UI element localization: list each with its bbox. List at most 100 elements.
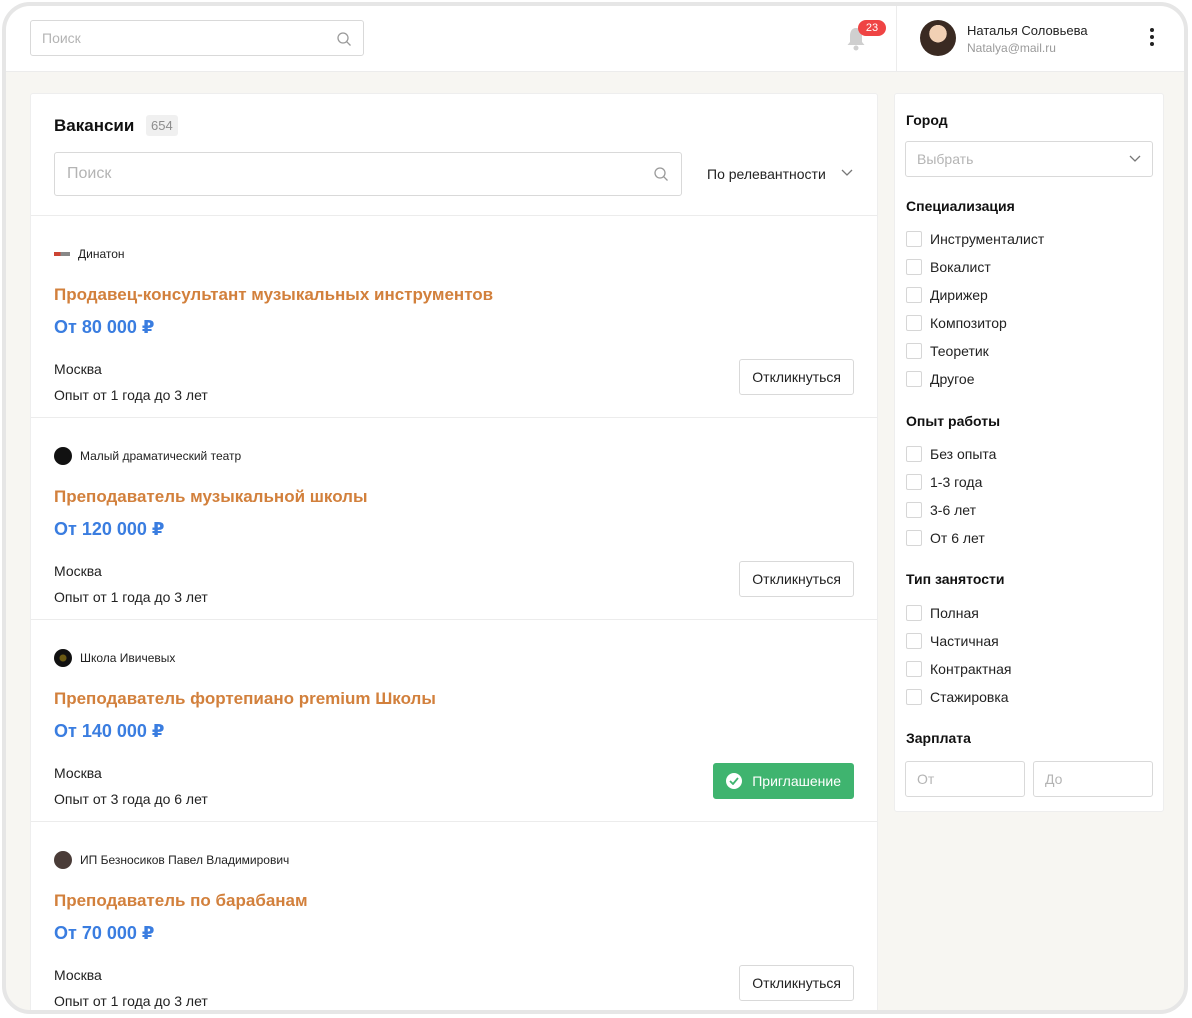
specialization-filter-label: Специализация	[906, 198, 1015, 214]
checkbox-experience[interactable]: Без опыта	[906, 446, 996, 462]
company-logo	[54, 252, 70, 256]
checkbox-specialization[interactable]: Композитор	[906, 315, 1007, 331]
company-logo	[54, 649, 72, 667]
checkbox-box[interactable]	[906, 661, 922, 677]
vacancy-title[interactable]: Преподаватель музыкальной школы	[54, 487, 368, 507]
checkbox-specialization[interactable]: Другое	[906, 371, 974, 387]
checkbox-label: Инструменталист	[930, 231, 1045, 247]
checkbox-label: Полная	[930, 605, 979, 621]
notification-badge: 23	[858, 20, 886, 36]
vacancy-title[interactable]: Преподаватель по барабанам	[54, 891, 308, 911]
company[interactable]: Динатон	[54, 246, 125, 262]
vacancy-experience: Опыт от 3 года до 6 лет	[54, 791, 208, 807]
header-search-input[interactable]	[31, 21, 363, 55]
search-icon[interactable]	[653, 166, 669, 182]
checkbox-employment[interactable]: Частичная	[906, 633, 999, 649]
checkbox-box[interactable]	[906, 605, 922, 621]
checkbox-label: Контрактная	[930, 661, 1012, 677]
city-select[interactable]: Выбрать	[905, 141, 1153, 177]
header-search[interactable]	[30, 20, 364, 56]
vacancy-salary: От 140 000 ₽	[54, 721, 165, 741]
checkbox-label: Дирижер	[930, 287, 988, 303]
search-icon[interactable]	[336, 31, 352, 47]
checkbox-specialization[interactable]: Вокалист	[906, 259, 991, 275]
vacancies-panel: Вакансии 654 По релевантности Динатон Пр…	[30, 93, 878, 1010]
checkbox-label: Стажировка	[930, 689, 1009, 705]
vacancy-city: Москва	[54, 967, 102, 983]
chevron-down-icon	[1129, 155, 1141, 162]
vacancies-search[interactable]	[54, 152, 682, 196]
company-name: ИП Безносиков Павел Владимирович	[80, 853, 290, 867]
checkbox-box[interactable]	[906, 287, 922, 303]
checkbox-experience[interactable]: 3-6 лет	[906, 502, 976, 518]
checkbox-box[interactable]	[906, 689, 922, 705]
company[interactable]: Школа Ивичевых	[54, 649, 176, 667]
vacancy-title[interactable]: Преподаватель фортепиано premium Школы	[54, 689, 436, 709]
invitation-label: Приглашение	[752, 773, 841, 789]
company-logo	[54, 447, 72, 465]
user-name: Наталья Соловьева	[967, 23, 1088, 38]
vacancies-count: 654	[146, 115, 178, 136]
checkbox-experience[interactable]: От 6 лет	[906, 530, 985, 546]
salary-from-input[interactable]	[906, 762, 1024, 796]
vacancy-city: Москва	[54, 563, 102, 579]
employment-filter-label: Тип занятости	[906, 571, 1005, 587]
checkbox-specialization[interactable]: Дирижер	[906, 287, 988, 303]
company-name: Динатон	[78, 247, 125, 261]
checkbox-label: Композитор	[930, 315, 1007, 331]
vacancies-search-input[interactable]	[55, 153, 681, 195]
app-frame: 23 Наталья Соловьева Natalya@mail.ru Вак…	[2, 2, 1188, 1014]
checkbox-label: Другое	[930, 371, 975, 387]
header-divider	[896, 6, 897, 72]
vacancy-experience: Опыт от 1 года до 3 лет	[54, 993, 208, 1009]
checkbox-experience[interactable]: 1-3 года	[906, 474, 982, 490]
avatar[interactable]	[920, 20, 956, 56]
checkbox-specialization[interactable]: Инструменталист	[906, 231, 1044, 247]
vacancy-card: Динатон Продавец-консультант музыкальных…	[31, 216, 877, 418]
vacancy-card: Малый драматический театр Преподаватель …	[31, 418, 877, 620]
filters-panel: Город Выбрать Специализация Инструментал…	[894, 93, 1164, 812]
vacancy-city: Москва	[54, 361, 102, 377]
invitation-button[interactable]: Приглашение	[713, 763, 854, 799]
checkbox-box[interactable]	[906, 502, 922, 518]
checkbox-employment[interactable]: Полная	[906, 605, 979, 621]
more-menu-icon[interactable]	[1144, 28, 1160, 48]
sort-dropdown[interactable]: По релевантности	[707, 166, 853, 182]
checkbox-label: От 6 лет	[930, 530, 985, 546]
salary-from[interactable]	[905, 761, 1025, 797]
salary-to[interactable]	[1033, 761, 1153, 797]
company[interactable]: Малый драматический театр	[54, 447, 242, 465]
experience-filter-label: Опыт работы	[906, 413, 1001, 429]
sort-label: По релевантности	[707, 166, 826, 182]
vacancy-title[interactable]: Продавец-консультант музыкальных инструм…	[54, 285, 493, 305]
page-title: Вакансии	[54, 116, 135, 135]
checkbox-box[interactable]	[906, 446, 922, 462]
checkbox-box[interactable]	[906, 371, 922, 387]
checkbox-employment[interactable]: Стажировка	[906, 689, 1009, 705]
checkbox-box[interactable]	[906, 315, 922, 331]
checkbox-label: 1-3 года	[930, 474, 983, 490]
checkbox-box[interactable]	[906, 633, 922, 649]
company-logo	[54, 851, 72, 869]
checkbox-employment[interactable]: Контрактная	[906, 661, 1011, 677]
vacancy-city: Москва	[54, 765, 102, 781]
vacancy-salary: От 80 000 ₽	[54, 317, 155, 337]
salary-to-input[interactable]	[1034, 762, 1152, 796]
checkbox-box[interactable]	[906, 343, 922, 359]
respond-button[interactable]: Откликнуться	[739, 965, 854, 1001]
checkbox-box[interactable]	[906, 530, 922, 546]
salary-filter-label: Зарплата	[906, 730, 971, 746]
vacancy-experience: Опыт от 1 года до 3 лет	[54, 589, 208, 605]
checkbox-box[interactable]	[906, 231, 922, 247]
respond-button[interactable]: Откликнуться	[739, 359, 854, 395]
user-email: Natalya@mail.ru	[967, 41, 1056, 55]
company-name: Малый драматический театр	[80, 449, 242, 463]
company-name: Школа Ивичевых	[80, 651, 176, 665]
checkbox-box[interactable]	[906, 259, 922, 275]
checkbox-label: Теоретик	[930, 343, 989, 359]
checkbox-label: Частичная	[930, 633, 999, 649]
respond-button[interactable]: Откликнуться	[739, 561, 854, 597]
company[interactable]: ИП Безносиков Павел Владимирович	[54, 851, 290, 869]
checkbox-specialization[interactable]: Теоретик	[906, 343, 989, 359]
checkbox-box[interactable]	[906, 474, 922, 490]
